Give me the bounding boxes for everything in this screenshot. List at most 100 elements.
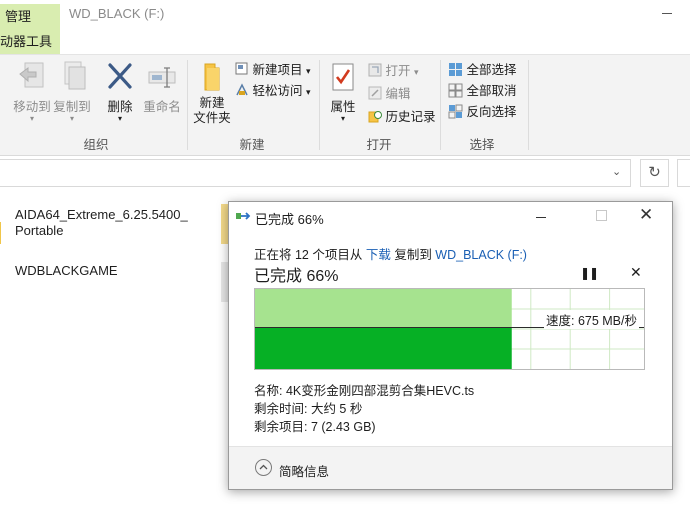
ribbon-separator (187, 60, 188, 150)
copy-prefix: 正在将 12 个项目从 (254, 248, 366, 262)
move-to-icon (19, 62, 44, 88)
copy-to-label: 复制到 (53, 100, 91, 114)
ribbon-separator (528, 60, 529, 150)
time-value: 大约 5 秒 (310, 402, 363, 416)
open-icon (368, 63, 382, 77)
file-name-info: 名称: 4K变形金刚四部混剪合集HEVC.ts (254, 380, 474, 399)
easy-access-dropdown-icon: ▾ (305, 87, 311, 97)
new-folder-label-line1: 新建 (199, 96, 225, 110)
new-item-label: 新建项目 (252, 63, 303, 77)
dialog-maximize-button[interactable] (596, 210, 607, 221)
progress-status: 已完成 66% (254, 268, 339, 285)
history-icon (368, 111, 382, 123)
history-label: 历史记录 (385, 110, 436, 124)
edit-label: 编辑 (385, 87, 411, 101)
open-button[interactable]: 打开 ▾ (368, 61, 419, 81)
search-box[interactable] (677, 159, 690, 187)
new-item-icon (235, 62, 248, 75)
invert-selection-button[interactable]: 反向选择 (448, 102, 517, 122)
address-dropdown-icon[interactable]: ⌄ (612, 165, 621, 178)
invert-selection-label: 反向选择 (466, 105, 517, 119)
move-to-button[interactable]: 移动到 ▾ (9, 60, 55, 123)
progress-fill-light (255, 289, 512, 327)
file-name-line1: AIDA64_Extreme_6.25.5400_ (15, 207, 188, 222)
properties-button[interactable]: 属性 ▾ (324, 60, 362, 123)
open-dropdown-icon: ▾ (413, 67, 419, 77)
transfer-graph-svg (255, 289, 644, 369)
easy-access-icon (236, 83, 248, 96)
ribbon-separator (440, 60, 441, 150)
select-none-label: 全部取消 (466, 84, 517, 98)
source-link[interactable]: 下载 (366, 248, 391, 262)
delete-label: 删除 (107, 100, 133, 114)
cancel-button[interactable]: ✕ (630, 264, 642, 281)
properties-label: 属性 (330, 100, 356, 114)
new-item-dropdown-icon: ▾ (305, 66, 311, 76)
folder-icon (221, 204, 228, 244)
edit-icon (368, 86, 382, 100)
dialog-close-button[interactable]: ✕ (639, 205, 653, 225)
items-value: 7 (2.43 GB) (310, 420, 376, 434)
ribbon-separator (319, 60, 320, 150)
ribbon-tab-row (0, 30, 690, 54)
easy-access-label: 轻松访问 (252, 84, 303, 98)
copy-to-button[interactable]: 复制到 ▾ (51, 60, 93, 123)
properties-dropdown-icon: ▾ (340, 114, 345, 123)
new-folder-icon (204, 63, 220, 91)
dialog-minimize-button[interactable] (536, 217, 546, 218)
delete-dropdown-icon: ▾ (117, 114, 122, 123)
copy-to-dropdown-icon: ▾ (69, 114, 74, 123)
easy-access-button[interactable]: 轻松访问 ▾ (235, 81, 311, 101)
move-to-label: 移动到 (13, 100, 51, 114)
time-remaining-info: 剩余时间: 大约 5 秒 (254, 398, 362, 417)
select-none-button[interactable]: 全部取消 (448, 81, 517, 101)
rename-label: 重命名 (143, 100, 181, 114)
new-item-button[interactable]: 新建项目 ▾ (235, 60, 311, 80)
delete-x-icon (108, 63, 132, 89)
address-bar[interactable] (0, 159, 631, 187)
tab-drive-tools[interactable]: 动器工具 (0, 30, 60, 54)
delete-button[interactable]: 删除 ▾ (103, 60, 137, 123)
items-remaining-info: 剩余项目: 7 (2.43 GB) (254, 416, 376, 435)
refresh-button[interactable]: ↻ (640, 159, 669, 187)
file-name-line1: WDBLACKGAME (15, 263, 118, 278)
items-label: 剩余项目: (254, 420, 311, 434)
file-item[interactable]: WDBLACKGAME (15, 263, 118, 279)
rename-icon (148, 67, 176, 88)
rename-button[interactable]: 重命名 (142, 60, 182, 115)
select-all-label: 全部选择 (466, 63, 517, 77)
less-details-button[interactable]: 简略信息 (279, 461, 329, 480)
new-folder-button[interactable]: 新建 文件夹 (192, 60, 232, 126)
group-new-label: 新建 (239, 138, 265, 152)
open-label: 打开 (385, 64, 411, 78)
invert-selection-icon (448, 104, 463, 119)
select-all-icon (449, 63, 462, 76)
refresh-icon: ↻ (648, 164, 661, 181)
tab-manage[interactable]: 管理 (0, 4, 60, 30)
edit-button[interactable]: 编辑 (368, 84, 411, 104)
file-name-line2: Portable (15, 223, 64, 238)
move-to-dropdown-icon: ▾ (29, 114, 34, 123)
progress-fill-dark (255, 327, 512, 369)
pause-button[interactable]: ❚❚ (580, 266, 599, 280)
speed-label: 速度: 675 MB/秒 (544, 310, 639, 329)
name-value: 4K变形金刚四部混剪合集HEVC.ts (285, 384, 475, 398)
new-folder-label-line2: 文件夹 (193, 111, 231, 125)
file-item[interactable]: AIDA64_Extreme_6.25.5400_ Portable (15, 207, 188, 239)
file-icon (221, 262, 228, 302)
name-label: 名称: (254, 384, 286, 398)
copy-to-icon (64, 61, 86, 90)
history-button[interactable]: 历史记录 (368, 107, 436, 127)
chevron-up-icon[interactable] (255, 459, 272, 476)
copy-progress-dialog: 已完成 66% ✕ 正在将 12 个项目从 下载 复制到 WD_BLACK (F… (228, 201, 673, 490)
folder-icon (0, 222, 1, 244)
copy-progress-icon (236, 212, 251, 220)
properties-icon (332, 63, 354, 91)
copy-middle: 复制到 (390, 248, 436, 262)
select-all-button[interactable]: 全部选择 (448, 60, 517, 80)
group-organize-label: 组织 (83, 138, 109, 152)
minimize-button[interactable] (658, 0, 678, 26)
group-select-label: 选择 (469, 138, 495, 152)
window-title: WD_BLACK (F:) (69, 6, 165, 21)
destination-link[interactable]: WD_BLACK (F:) (435, 248, 527, 262)
